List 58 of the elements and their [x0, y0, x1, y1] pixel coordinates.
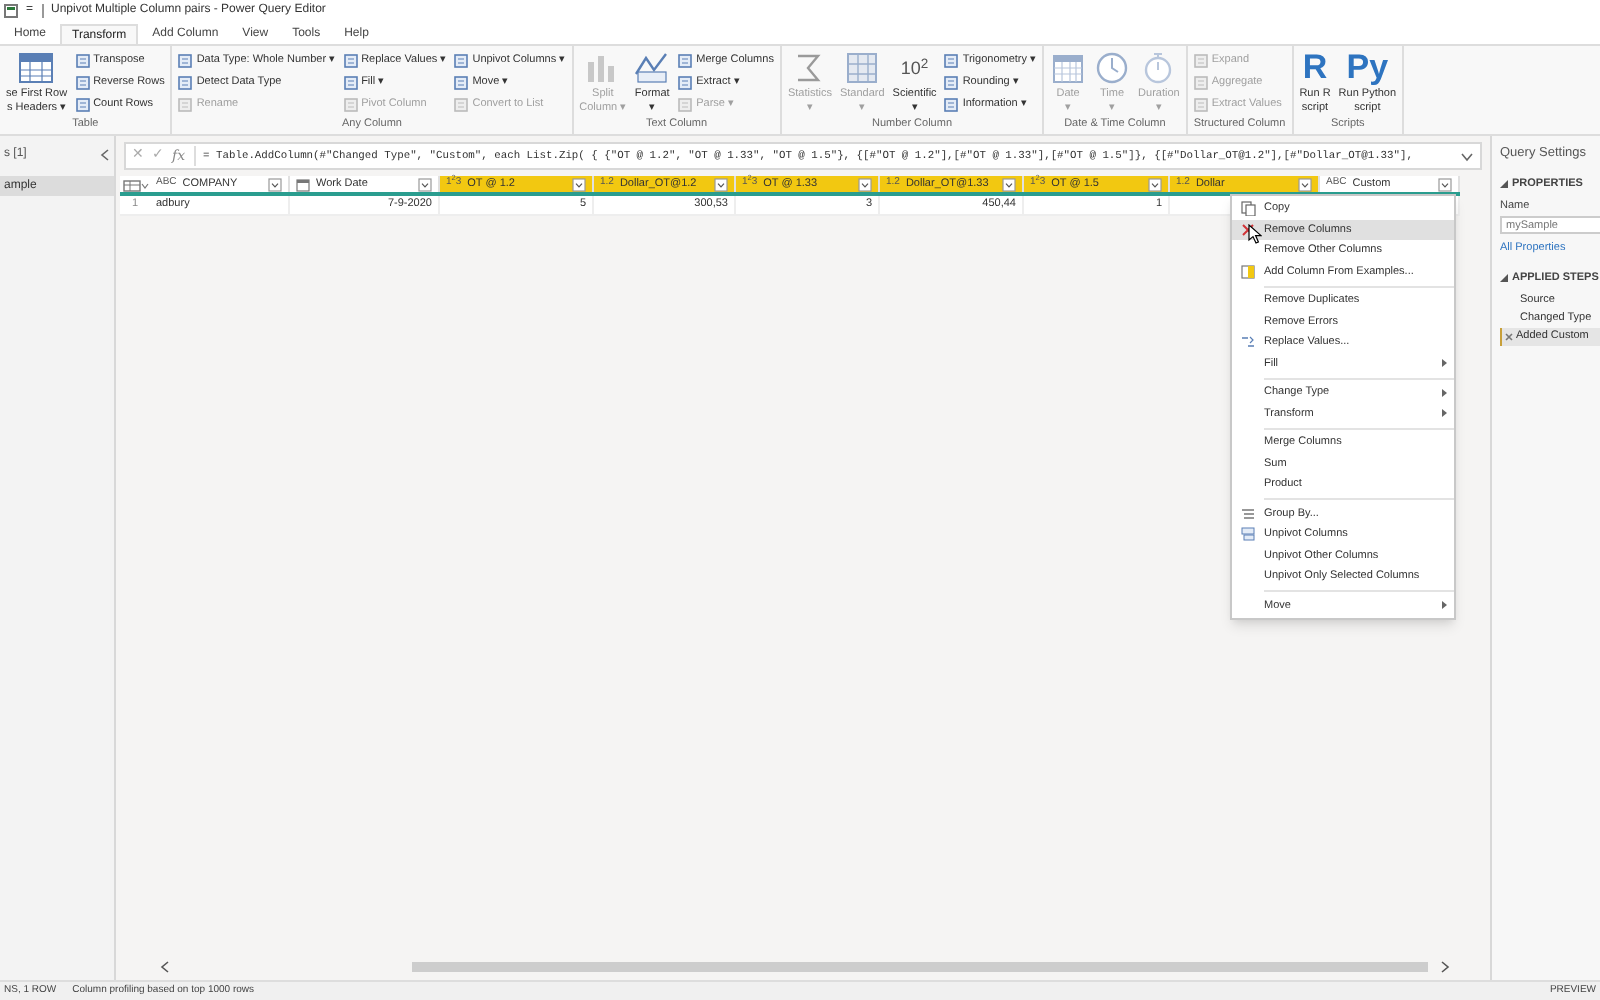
- scrollbar-thumb[interactable]: [412, 961, 1428, 971]
- lines-icon: [454, 75, 469, 89]
- unpivot-icon: [1240, 526, 1256, 543]
- dropdown-icon[interactable]: [714, 177, 728, 191]
- lines-icon: [178, 53, 193, 67]
- submenu-arrow-icon: [1438, 358, 1450, 369]
- dropdown-icon[interactable]: [858, 177, 872, 191]
- lines-icon: [343, 97, 358, 111]
- lines-icon: [678, 97, 693, 111]
- delete-icon[interactable]: [1504, 331, 1514, 342]
- lines-icon: [1193, 97, 1208, 111]
- script-symbol: Py: [1346, 50, 1389, 86]
- lines-icon: [1193, 75, 1208, 89]
- script-symbol: 10$^{2}$: [900, 55, 929, 82]
- lines-icon: [75, 75, 90, 89]
- calendar-icon: [296, 177, 310, 191]
- lines-icon: [75, 53, 90, 67]
- delete-icon: [1240, 221, 1256, 238]
- dropdown-icon[interactable]: [418, 177, 432, 191]
- clock-icon: [1094, 50, 1131, 86]
- scroll-right-icon[interactable]: [1440, 959, 1450, 973]
- table-icon: [18, 50, 55, 86]
- table-menu-icon[interactable]: [120, 176, 150, 196]
- lines-icon: [343, 75, 358, 89]
- lines-icon: [1193, 53, 1208, 67]
- collapse-icon[interactable]: [100, 147, 110, 161]
- lines-icon: [944, 75, 959, 89]
- lines-icon: [178, 75, 193, 89]
- table-icon: [1240, 263, 1256, 280]
- collapse-icon[interactable]: [1500, 273, 1508, 282]
- dropdown-icon[interactable]: [1438, 177, 1452, 191]
- lines-icon: [75, 97, 90, 111]
- dropdown-icon[interactable]: [572, 177, 586, 191]
- lines-icon: [343, 53, 358, 67]
- copy-icon: [1240, 200, 1256, 217]
- lines-icon: [454, 53, 469, 67]
- submenu-arrow-icon: [1438, 600, 1450, 611]
- calendar-icon: [1050, 50, 1087, 86]
- replace-icon: [1240, 334, 1256, 351]
- lines-icon: [678, 53, 693, 67]
- lines-icon: [678, 75, 693, 89]
- stopwatch-icon: [1140, 50, 1177, 86]
- lines-icon: [454, 97, 469, 111]
- lines-icon: [944, 53, 959, 67]
- collapse-icon[interactable]: [1500, 179, 1508, 188]
- format-icon: [634, 50, 671, 86]
- dropdown-icon[interactable]: [1298, 177, 1312, 191]
- chevron-down-icon[interactable]: [1460, 151, 1474, 161]
- dropdown-icon[interactable]: [1002, 177, 1016, 191]
- dropdown-icon[interactable]: [1148, 177, 1162, 191]
- scroll-left-icon[interactable]: [160, 959, 170, 973]
- lines-icon: [944, 97, 959, 111]
- dropdown-icon[interactable]: [268, 177, 282, 191]
- lines-icon: [178, 97, 193, 111]
- script-symbol: R: [1302, 50, 1328, 86]
- grid-icon: [844, 50, 881, 86]
- cursor-icon: [1248, 224, 1262, 244]
- group-icon: [1240, 505, 1256, 522]
